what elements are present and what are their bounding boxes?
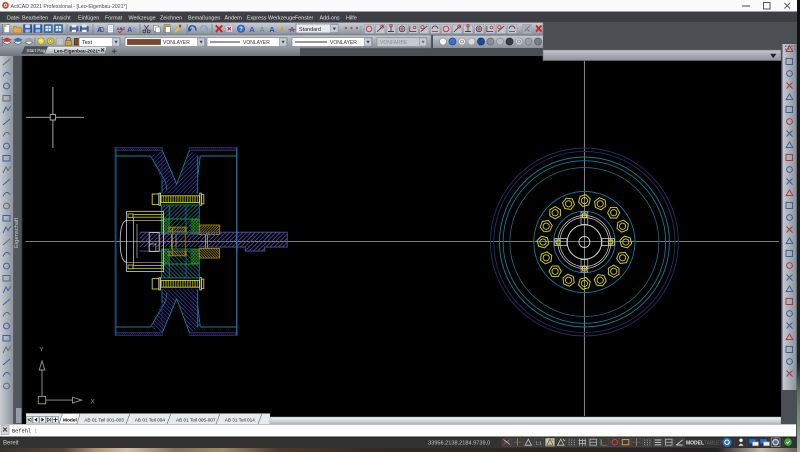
svg-text:Leo-Eigenbau-2021*: Leo-Eigenbau-2021*: [54, 48, 100, 54]
svg-text:A: A: [131, 25, 137, 34]
svg-text:VONLAYER: VONLAYER: [330, 40, 357, 46]
svg-text:Fenster: Fenster: [295, 15, 313, 21]
svg-text:Hilfe: Hilfe: [346, 15, 357, 21]
svg-text:Datei: Datei: [7, 15, 20, 21]
svg-text:Befehl :: Befehl :: [12, 429, 37, 435]
svg-text:Express Werkzeuge: Express Werkzeuge: [247, 15, 295, 21]
svg-text:ABC: ABC: [117, 26, 126, 31]
svg-text:Model: Model: [63, 417, 77, 423]
svg-text:ActCAD 2021 Professional - [Le: ActCAD 2021 Professional - [Leo-Eigenbau…: [11, 4, 128, 10]
svg-text:1:1: 1:1: [535, 440, 542, 445]
svg-text:VONFARBE: VONFARBE: [380, 40, 408, 46]
svg-text:A: A: [269, 25, 275, 34]
svg-text:VONLAYER: VONLAYER: [243, 40, 270, 46]
svg-text:Einfügen: Einfügen: [78, 15, 99, 21]
svg-text:Add-ons: Add-ons: [320, 15, 340, 21]
svg-text:AB 01 Teil 004: AB 01 Teil 004: [135, 417, 166, 422]
svg-text:Zeichnen: Zeichnen: [160, 15, 182, 21]
svg-text:A: A: [259, 25, 265, 34]
svg-text:Eigenschaft: Eigenschaft: [14, 217, 20, 248]
svg-text:Bemaßungen: Bemaßungen: [188, 15, 220, 21]
svg-text:AB 01 Teil 001-003: AB 01 Teil 001-003: [84, 417, 124, 422]
svg-text:A: A: [249, 25, 255, 34]
svg-text:Werkzeuge: Werkzeuge: [129, 15, 156, 21]
svg-text:Y: Y: [39, 347, 44, 354]
svg-text:Bearbeiten: Bearbeiten: [22, 15, 48, 21]
svg-text:A: A: [279, 25, 285, 34]
svg-text:33956.2138,2184.9739,0: 33956.2138,2184.9739,0: [428, 440, 490, 446]
svg-text:MODEL: MODEL: [686, 441, 704, 447]
svg-text:X: X: [91, 399, 96, 406]
svg-text:TABLET: TABLET: [704, 440, 723, 446]
svg-text:AB 31 Teil 014: AB 31 Teil 014: [225, 417, 256, 422]
svg-text:Ansicht: Ansicht: [53, 15, 71, 21]
svg-text:Format: Format: [105, 15, 123, 21]
svg-text:VONLAYER: VONLAYER: [163, 40, 190, 46]
svg-text:?: ?: [239, 27, 243, 33]
svg-text:A: A: [97, 25, 103, 34]
svg-text:Bereit: Bereit: [3, 441, 19, 447]
svg-text:Ändern: Ändern: [225, 14, 242, 21]
svg-text:AB 01 Teil 005-007: AB 01 Teil 005-007: [176, 417, 216, 422]
svg-text:Text: Text: [82, 40, 93, 46]
svg-text:Standard: Standard: [299, 27, 321, 33]
